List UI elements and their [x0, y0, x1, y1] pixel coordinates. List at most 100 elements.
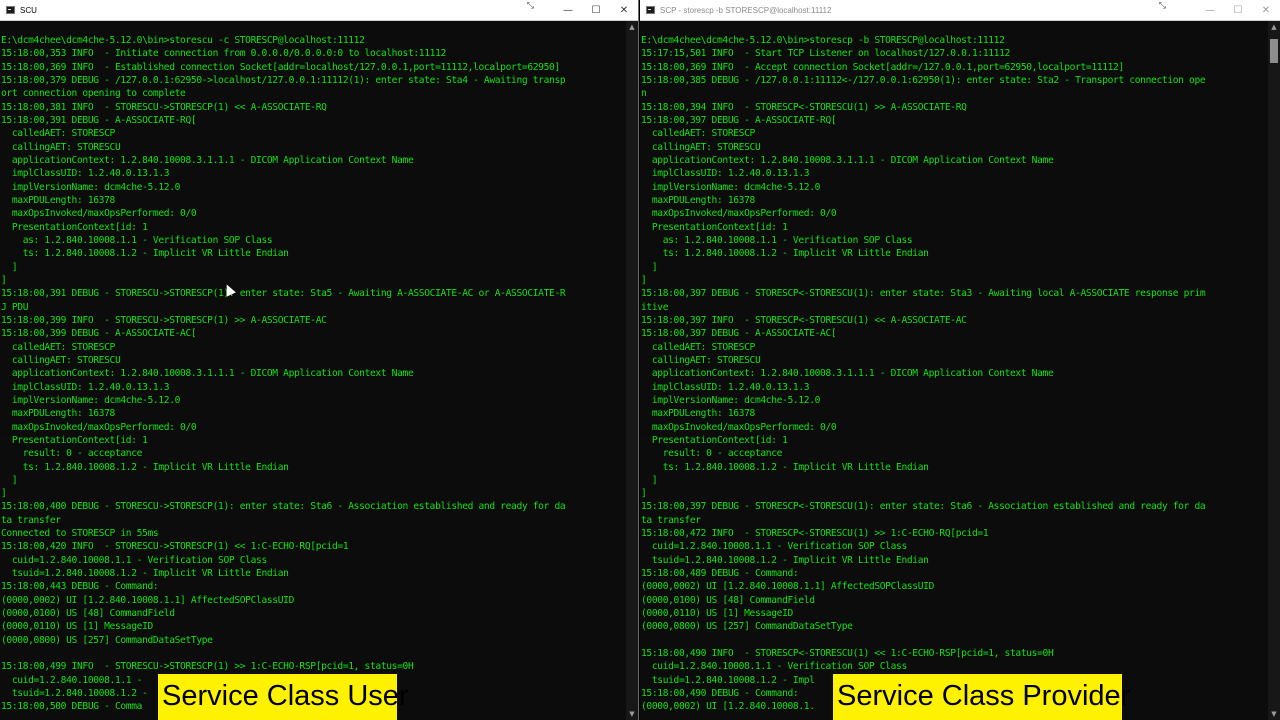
console-line: (0000,0110) US [1] MessageID: [1, 621, 153, 633]
console-app-icon: [646, 6, 655, 14]
minimize-button[interactable]: —: [1196, 0, 1224, 20]
console-line: 15:17:15,501 INFO - Start TCP Listener o…: [641, 48, 1010, 60]
scu-console-output[interactable]: E:\dcm4chee\dcm4che-5.12.0\bin>storescu …: [1, 34, 625, 720]
scp-title-bar[interactable]: SCP - storescp -b STORESCP@localhost:111…: [640, 0, 1280, 21]
console-line: 15:18:00,489 DEBUG - Command:: [641, 568, 799, 580]
console-line: E:\dcm4chee\dcm4che-5.12.0\bin>storescu …: [1, 35, 365, 46]
service-class-user-label: Service Class User: [158, 674, 409, 720]
console-line: tsuid=1.2.840.10008.1.2 - Implicit VR Li…: [641, 554, 929, 566]
console-line: (0000,0110) US [1] MessageID: [641, 608, 793, 620]
console-line: J PDU: [1, 301, 29, 313]
scroll-down-arrow-icon[interactable]: ▼: [626, 708, 638, 720]
console-line: maxPDULength: 16378: [1, 194, 115, 206]
close-button[interactable]: ✕: [1252, 0, 1280, 20]
resize-arrows-icon: ⤡: [526, 1, 534, 11]
console-line: implVersionName: dcm4che-5.12.0: [1, 181, 181, 193]
console-line: n: [641, 88, 647, 100]
console-line: cuid=1.2.840.10008.1.1 - Verification SO…: [1, 554, 267, 566]
scp-console-window[interactable]: SCP - storescp -b STORESCP@localhost:111…: [640, 0, 1280, 720]
console-line: implClassUID: 1.2.40.0.13.1.3: [641, 168, 810, 180]
console-line: 15:18:00,420 INFO - STORESCU->STORESCP(1…: [1, 541, 349, 553]
console-line: implClassUID: 1.2.40.0.13.1.3: [1, 168, 170, 180]
scroll-up-arrow-icon[interactable]: ▲: [1268, 21, 1280, 33]
console-line: ]: [1, 261, 18, 273]
console-line: maxPDULength: 16378: [641, 194, 755, 206]
console-line: ts: 1.2.840.10008.1.2 - Implicit VR Litt…: [1, 248, 289, 260]
console-line: 15:18:00,399 DEBUG - A-ASSOCIATE-AC[: [1, 328, 197, 340]
console-line: applicationContext: 1.2.840.10008.3.1.1.…: [1, 368, 414, 380]
console-line: ta transfer: [641, 514, 701, 526]
scroll-up-arrow-icon[interactable]: ▲: [626, 21, 638, 33]
console-line: 15:18:00,399 INFO - STORESCU->STORESCP(1…: [1, 314, 327, 326]
console-app-icon: [6, 6, 15, 14]
console-line: itive: [641, 301, 669, 313]
console-line: result: 0 - acceptance: [641, 448, 783, 460]
maximize-button[interactable]: ☐: [1224, 0, 1252, 20]
console-line: (0000,0100) US [48] CommandField: [641, 594, 815, 606]
scrollbar-thumb[interactable]: [1270, 39, 1278, 63]
console-line: calledAET: STORESCP: [641, 128, 755, 140]
console-line: callingAET: STORESCU: [641, 354, 761, 366]
console-line: 15:18:00,397 INFO - STORESCP<-STORESCU(1…: [641, 314, 967, 326]
console-line: callingAET: STORESCU: [1, 141, 121, 153]
console-line: maxOpsInvoked/maxOpsPerformed: 0/0: [641, 421, 837, 433]
service-class-provider-label: Service Class Provider: [833, 674, 1130, 720]
console-line: 15:18:00,397 DEBUG - STORESCP<-STORESCU(…: [641, 288, 1206, 300]
vertical-scrollbar[interactable]: ▲ ▼: [1268, 21, 1280, 720]
console-line: maxOpsInvoked/maxOpsPerformed: 0/0: [641, 208, 837, 220]
console-line: (0000,0100) US [48] CommandField: [1, 608, 175, 620]
console-line: as: 1.2.840.10008.1.1 - Verification SOP…: [641, 234, 913, 246]
console-line: (0000,0800) US [257] CommandDataSetType: [641, 621, 853, 633]
console-line: maxPDULength: 16378: [1, 408, 115, 420]
console-line: (0000,0002) UI [1.2.840.10008.1.1] Affec…: [641, 581, 935, 593]
console-line: applicationContext: 1.2.840.10008.3.1.1.…: [641, 368, 1054, 380]
maximize-button[interactable]: ☐: [582, 0, 610, 20]
vertical-scrollbar[interactable]: ▲ ▼: [626, 21, 638, 720]
console-line: 15:18:00,499 INFO - STORESCU->STORESCP(1…: [1, 661, 414, 673]
scp-console-output[interactable]: E:\dcm4chee\dcm4che-5.12.0\bin>storescp …: [641, 34, 1265, 720]
console-line: calledAET: STORESCP: [1, 341, 115, 353]
console-line: 15:18:00,381 INFO - STORESCU->STORESCP(1…: [1, 101, 327, 113]
console-line: ]: [641, 261, 658, 273]
console-line: 15:18:00,397 DEBUG - STORESCP<-STORESCU(…: [641, 501, 1206, 513]
console-line: E:\dcm4chee\dcm4che-5.12.0\bin>storescp …: [641, 35, 1005, 46]
console-line: implVersionName: dcm4che-5.12.0: [641, 394, 821, 406]
console-line: 15:18:00,379 DEBUG - /127.0.0.1:62950->l…: [1, 74, 566, 86]
console-line: ort connection opening to complete: [1, 88, 186, 100]
scroll-down-arrow-icon[interactable]: ▼: [1268, 708, 1280, 720]
console-line: 15:18:00,391 DEBUG - STORESCU->STORESCP(…: [1, 288, 566, 300]
console-line: 15:18:00,369 INFO - Established connecti…: [1, 61, 560, 73]
console-line: callingAET: STORESCU: [641, 141, 761, 153]
console-line: 15:18:00,397 DEBUG - A-ASSOCIATE-RQ[: [641, 114, 837, 126]
console-line: ts: 1.2.840.10008.1.2 - Implicit VR Litt…: [1, 461, 289, 473]
console-line: 15:18:00,385 DEBUG - /127.0.0.1:11112<-/…: [641, 74, 1206, 86]
minimize-button[interactable]: —: [554, 0, 582, 20]
console-line: ts: 1.2.840.10008.1.2 - Implicit VR Litt…: [641, 461, 929, 473]
window-title: SCU: [20, 5, 37, 15]
console-line: maxOpsInvoked/maxOpsPerformed: 0/0: [1, 208, 197, 220]
window-title: SCP - storescp -b STORESCP@localhost:111…: [660, 5, 832, 15]
console-line: 15:18:00,353 INFO - Initiate connection …: [1, 48, 446, 60]
scu-console-window[interactable]: SCU ⤡ — ☐ ✕ E:\dcm4chee\dcm4che-5.12.0\b…: [0, 0, 639, 720]
console-line: 15:18:00,490 INFO - STORESCP<-STORESCU(1…: [641, 648, 1054, 660]
close-button[interactable]: ✕: [610, 0, 638, 20]
console-line: implClassUID: 1.2.40.0.13.1.3: [641, 381, 810, 393]
console-line: ]: [641, 474, 658, 486]
console-line: cuid=1.2.840.10008.1.1 - Verification SO…: [641, 661, 907, 673]
console-line: result: 0 - acceptance: [1, 448, 143, 460]
resize-arrows-icon: ⤡: [1158, 1, 1166, 11]
console-line: implVersionName: dcm4che-5.12.0: [1, 394, 181, 406]
console-line: ts: 1.2.840.10008.1.2 - Implicit VR Litt…: [641, 248, 929, 260]
scu-title-bar[interactable]: SCU ⤡ — ☐ ✕: [0, 0, 638, 21]
console-line: 15:18:00,400 DEBUG - STORESCU->STORESCP(…: [1, 501, 566, 513]
console-line: ]: [1, 474, 18, 486]
console-line: (0000,0800) US [257] CommandDataSetType: [1, 634, 213, 646]
console-line: calledAET: STORESCP: [1, 128, 115, 140]
console-line: 15:18:00,397 DEBUG - A-ASSOCIATE-AC[: [641, 328, 837, 340]
console-line: ]: [641, 274, 647, 286]
console-line: PresentationContext[id: 1: [641, 221, 788, 233]
console-line: (0000,0002) UI [1.2.840.10008.1.1] Affec…: [1, 594, 295, 606]
console-line: applicationContext: 1.2.840.10008.3.1.1.…: [641, 154, 1054, 166]
